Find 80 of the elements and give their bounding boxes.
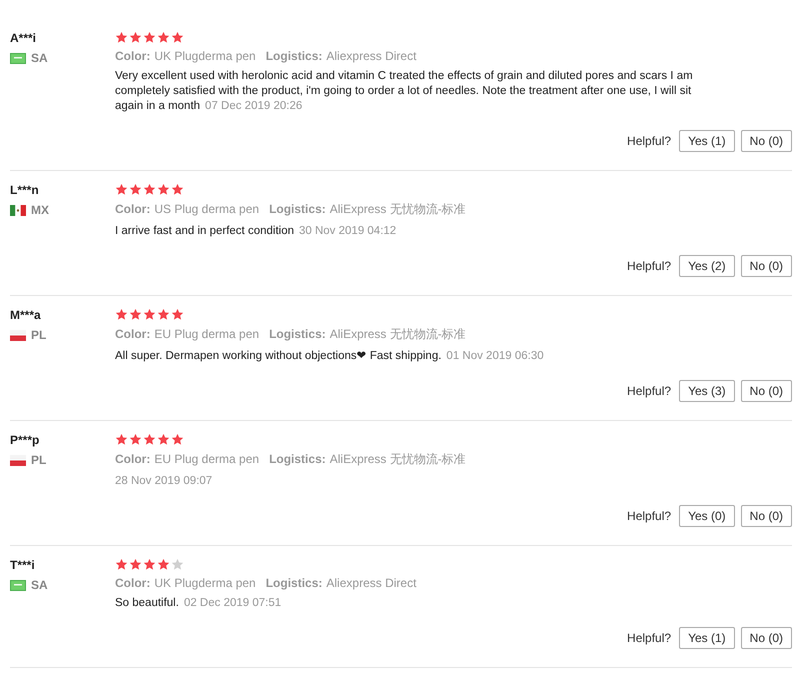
star-icon: [171, 558, 184, 571]
review-text: 28 Nov 2019 09:07: [115, 475, 212, 487]
star-icon: [171, 433, 184, 446]
logistics-label: Logistics:: [266, 49, 322, 63]
color-value: US Plug derma pen: [154, 202, 260, 216]
helpful-label: Helpful?: [627, 509, 672, 523]
logistics-value: Aliexpress Direct: [326, 576, 416, 590]
star-icon: [129, 31, 142, 44]
star-icon: [143, 183, 156, 196]
flag-icon: [10, 52, 26, 64]
color-value: EU Plug derma pen: [154, 327, 260, 341]
logistics-label: Logistics:: [266, 576, 322, 590]
yes-vote-button[interactable]: Yes (0): [679, 505, 735, 527]
star-icon: [171, 308, 184, 321]
star-icon: [115, 433, 128, 446]
star-icon: [157, 31, 170, 44]
no-vote-button[interactable]: No (0): [740, 627, 792, 649]
helpful-label: Helpful?: [627, 384, 672, 398]
review-text: Very excellent used with herolonic acid and vitamin C treated the effects of grain and diluted pores and scars I am completely satisfied with the product, i'm going to order a lot of needles. Note the treatment after one use, I will sit again in a month 07 Dec 2019 20:26: [115, 70, 693, 112]
star-icon: [171, 183, 184, 196]
logistics-value: Aliexpress Direct: [326, 49, 416, 63]
helpful-label: Helpful?: [627, 259, 672, 273]
color-label: Color:: [115, 327, 150, 341]
helpful-label: Helpful?: [627, 631, 672, 645]
flag-icon: [10, 204, 26, 216]
color-label: Color:: [115, 49, 150, 63]
logistics-label: Logistics:: [269, 202, 326, 216]
color-label: Color:: [115, 452, 150, 466]
country-code: SA: [31, 51, 48, 65]
color-label: Color:: [115, 202, 150, 216]
no-vote-button[interactable]: No (0): [740, 255, 792, 277]
star-icon: [143, 308, 156, 321]
star-icon: [143, 31, 156, 44]
flag-icon: [10, 330, 26, 340]
logistics-value: AliExpress 无忧物流-标准: [330, 201, 466, 218]
color-label: Color:: [115, 576, 150, 590]
star-icon: [129, 433, 142, 446]
review-text: I arrive fast and in perfect condition 30 Nov 2019 04:12: [115, 225, 396, 237]
star-icon: [157, 308, 170, 321]
logistics-label: Logistics:: [269, 327, 326, 341]
review-text: All super. Dermapen working without objections❤ Fast shipping. 01 Nov 2019 06:30: [115, 350, 544, 362]
flag-icon: [10, 580, 26, 590]
yes-vote-button[interactable]: Yes (3): [679, 380, 735, 402]
star-icon: [157, 183, 170, 196]
star-icon: [129, 558, 142, 571]
star-icon: [143, 433, 156, 446]
country-code: SA: [31, 578, 48, 592]
reviewer-name: M***a: [10, 308, 41, 322]
star-icon: [115, 183, 128, 196]
reviewer-name: P***p: [10, 433, 40, 447]
star-icon: [115, 308, 128, 321]
country-code: PL: [31, 328, 46, 342]
no-vote-button[interactable]: No (0): [740, 505, 792, 527]
star-icon: [157, 433, 170, 446]
no-vote-button[interactable]: No (0): [740, 130, 792, 152]
color-value: UK Plugderma pen: [154, 49, 256, 63]
reviewer-name: T***i: [10, 558, 35, 572]
flag-icon: [10, 454, 26, 466]
helpful-label: Helpful?: [627, 134, 672, 148]
no-vote-button[interactable]: No (0): [740, 380, 792, 402]
star-icon: [115, 558, 128, 571]
yes-vote-button[interactable]: Yes (2): [679, 255, 735, 277]
star-icon: [157, 558, 170, 571]
yes-vote-button[interactable]: Yes (1): [679, 130, 735, 152]
logistics-value: AliExpress 无忧物流-标准: [330, 451, 466, 468]
color-value: EU Plug derma pen: [154, 452, 260, 466]
star-icon: [129, 308, 142, 321]
star-icon: [129, 183, 142, 196]
star-icon: [143, 558, 156, 571]
color-value: UK Plugderma pen: [154, 576, 256, 590]
country-code: PL: [31, 453, 46, 467]
star-icon: [171, 31, 184, 44]
review-text: So beautiful. 02 Dec 2019 07:51: [115, 597, 282, 609]
country-code: MX: [31, 203, 49, 217]
star-icon: [115, 31, 128, 44]
reviewer-name: A***i: [10, 31, 36, 45]
yes-vote-button[interactable]: Yes (1): [679, 627, 735, 649]
reviewer-name: L***n: [10, 183, 39, 197]
logistics-label: Logistics:: [269, 452, 326, 466]
logistics-value: AliExpress 无忧物流-标准: [330, 326, 466, 343]
